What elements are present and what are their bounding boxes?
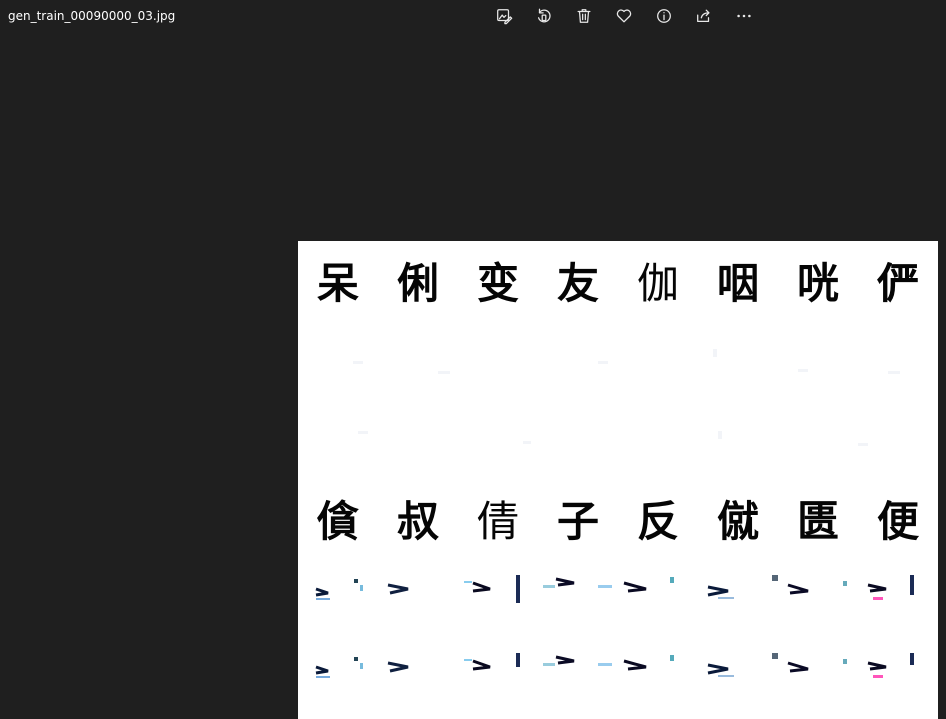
character-glyph: 反 <box>636 497 679 546</box>
edit-image-icon <box>497 9 513 25</box>
share-button[interactable] <box>684 0 724 32</box>
character-glyph: 匮 <box>796 497 839 546</box>
character-glyph: 呆 <box>316 259 359 308</box>
favorite-button[interactable] <box>604 0 644 32</box>
character-glyph: 倩 <box>476 497 519 546</box>
title-bar: gen_train_00090000_03.jpg <box>0 0 946 34</box>
character-glyph: 僋 <box>316 497 359 546</box>
character-glyph: 僦 <box>716 497 759 546</box>
delete-button[interactable] <box>564 0 604 32</box>
character-glyph: 变 <box>476 259 519 308</box>
info-icon <box>657 9 671 23</box>
character-row-1: 呆 俐 变 友 伽 咽 咣 俨 <box>298 263 938 305</box>
viewer-toolbar <box>484 0 764 32</box>
artifact-strip-1 <box>315 575 914 603</box>
displayed-image: 呆 俐 变 友 伽 咽 咣 俨 僋 叔 倩 子 反 僦 匮 便 <box>298 241 938 719</box>
rotate-icon <box>537 8 551 23</box>
character-glyph: 伽 <box>636 259 679 308</box>
share-icon <box>697 9 710 23</box>
photo-viewer-window: gen_train_00090000_03.jpg 呆 俐 变 友 伽 咽 咣 … <box>0 0 946 719</box>
heart-icon <box>616 9 632 23</box>
character-glyph: 子 <box>556 497 599 546</box>
artifact-strip-2 <box>315 653 914 678</box>
image-canvas: 呆 俐 变 友 伽 咽 咣 俨 僋 叔 倩 子 反 僦 匮 便 <box>0 34 946 719</box>
faint-noise-area <box>353 349 900 446</box>
file-info-button[interactable] <box>644 0 684 32</box>
more-icon <box>737 14 751 18</box>
character-glyph: 叔 <box>396 497 439 546</box>
character-glyph: 友 <box>556 259 599 308</box>
character-glyph: 咣 <box>796 259 839 308</box>
more-options-button[interactable] <box>724 0 764 32</box>
character-glyph: 俨 <box>876 259 919 308</box>
rotate-button[interactable] <box>524 0 564 32</box>
character-glyph: 便 <box>876 497 919 546</box>
character-row-2: 僋 叔 倩 子 反 僦 匮 便 <box>298 501 938 543</box>
file-name-title: gen_train_00090000_03.jpg <box>8 9 176 23</box>
character-glyph: 咽 <box>716 259 759 308</box>
edit-image-button[interactable] <box>484 0 524 32</box>
character-glyph: 俐 <box>396 259 439 308</box>
trash-icon <box>577 9 591 23</box>
